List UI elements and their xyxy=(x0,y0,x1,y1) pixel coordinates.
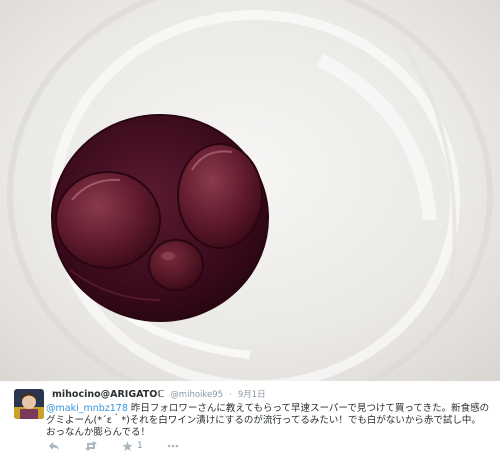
favorite-button[interactable]: 1 xyxy=(122,441,143,452)
user-handle[interactable]: @mihoike95 xyxy=(170,390,223,400)
reply-icon xyxy=(49,442,59,450)
more-button[interactable] xyxy=(167,444,179,448)
timestamp[interactable]: 9月1日 xyxy=(238,390,266,400)
display-name[interactable]: mihocino@ARIGATOℂ xyxy=(52,389,164,400)
retweet-icon xyxy=(85,441,97,451)
favorite-count: 1 xyxy=(137,441,143,451)
tweet-actions: 1 xyxy=(48,438,203,454)
separator: · xyxy=(229,390,232,400)
tweet-text: @maki_mnbz178 昨日フォロワーさんに教えてもらって早速スーパーで見つ… xyxy=(46,403,490,439)
tweet-photo[interactable] xyxy=(0,0,500,381)
avatar[interactable] xyxy=(14,389,44,419)
star-icon xyxy=(122,441,133,451)
tweet-header: mihocino@ARIGATOℂ @mihoike95 · 9月1日 xyxy=(52,388,266,402)
mention-link[interactable]: @maki_mnbz178 xyxy=(46,403,128,414)
more-icon xyxy=(167,444,179,448)
tweet-card: mihocino@ARIGATOℂ @mihoike95 · 9月1日 @mak… xyxy=(0,381,500,461)
retweet-button[interactable] xyxy=(84,441,98,451)
reply-button[interactable] xyxy=(48,441,60,451)
